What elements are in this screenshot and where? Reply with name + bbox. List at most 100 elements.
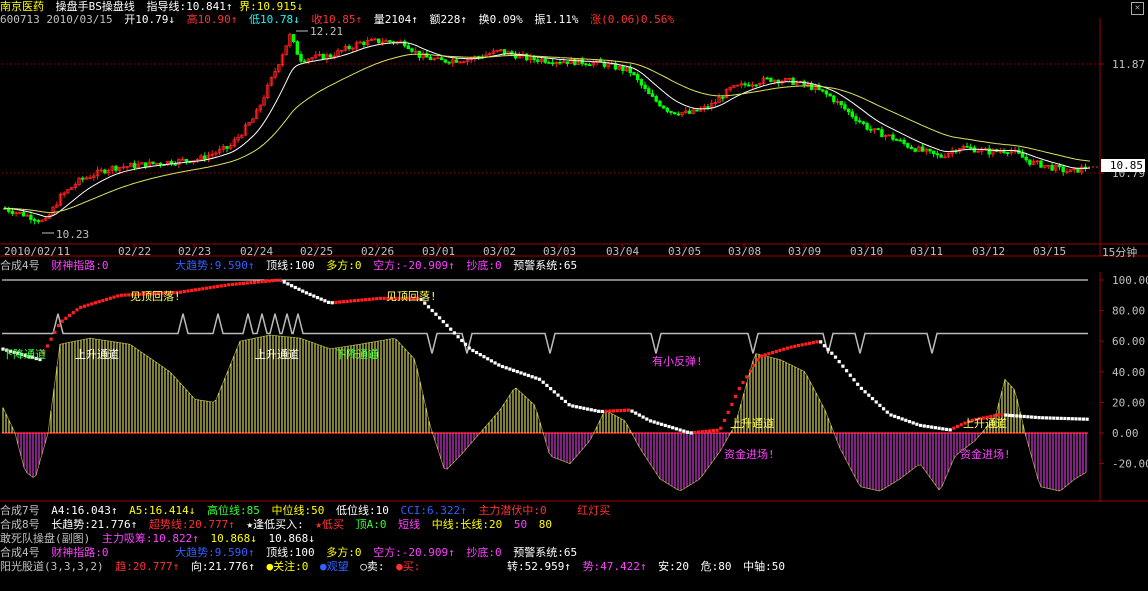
date-label: 02/26 xyxy=(361,245,394,258)
trend-dot xyxy=(552,390,556,394)
bottom-row-2: 合成8号 长趋势:21.776↑ 超势线:20.777↑ ★逢低买入: ★低买 … xyxy=(0,518,557,532)
trend-dot xyxy=(737,386,741,391)
trend-dot xyxy=(1078,417,1082,421)
row4-trend: 大趋势:9.590↑ xyxy=(175,546,255,559)
date-label: 02/23 xyxy=(178,245,211,258)
candle-body xyxy=(347,45,351,49)
trend-dot xyxy=(756,358,760,362)
candle-body xyxy=(1020,152,1025,158)
trend-dot xyxy=(230,282,234,286)
trend-dot xyxy=(774,349,778,354)
trend-dot xyxy=(1011,414,1015,418)
date-label: 02/22 xyxy=(118,245,151,258)
trend-dot xyxy=(315,295,320,300)
trend-dot xyxy=(604,409,608,413)
row5-name: 阳光股道(3,3,3,2) xyxy=(0,560,104,573)
period-label[interactable]: 15分钟 xyxy=(1102,244,1137,260)
candle-body xyxy=(850,111,854,117)
trend-dot xyxy=(785,346,789,350)
trend-dot xyxy=(375,297,379,301)
ma-long-line xyxy=(4,53,1091,214)
candle-body xyxy=(628,67,632,73)
trend-dot xyxy=(826,347,830,352)
row1-a4: A4:16.043↑ xyxy=(51,504,118,517)
trend-dot xyxy=(815,340,819,344)
trend-dot xyxy=(904,418,908,422)
sub-legend-top: 顶线:100 xyxy=(266,259,315,272)
candle-body xyxy=(654,96,658,102)
sub-tick-label: 100.00 xyxy=(1112,274,1148,287)
trend-dot xyxy=(275,278,279,282)
trend-dot xyxy=(338,300,342,304)
candle-body xyxy=(832,95,836,103)
row5-zhuan: 转:52.959↑ xyxy=(506,560,571,573)
price-chart[interactable]: 11.8710.792010/02/11 02/22 02/23 02/24 02/25… xyxy=(0,0,1148,258)
candle-body xyxy=(376,38,381,43)
sub-tick-label: 40.00 xyxy=(1112,366,1145,379)
candle-body xyxy=(765,77,769,80)
candle-body xyxy=(969,146,973,149)
trend-dot xyxy=(234,282,238,286)
candle-body xyxy=(636,74,640,80)
row4-chaodi: 抄底:0 xyxy=(466,546,502,559)
trend-dot xyxy=(1067,417,1071,421)
trend-dot xyxy=(489,359,493,363)
trend-dot xyxy=(79,305,83,309)
trend-dot xyxy=(467,346,471,350)
candle-body xyxy=(151,161,155,165)
trend-dot xyxy=(360,298,364,302)
trend-dot xyxy=(493,361,497,365)
candle-body xyxy=(184,158,188,162)
trend-dot xyxy=(870,396,875,401)
trend-dot xyxy=(796,343,801,348)
trend-dot xyxy=(526,373,530,378)
date-label: 03/09 xyxy=(788,245,821,258)
date-label: 03/11 xyxy=(910,245,943,258)
trend-dot xyxy=(53,330,57,334)
trend-dot xyxy=(249,281,253,285)
trend-dot xyxy=(308,292,312,297)
trend-dot xyxy=(1052,416,1056,420)
candle-body xyxy=(861,121,866,124)
trend-dot xyxy=(364,298,368,302)
trend-dot xyxy=(241,281,246,285)
candle-body xyxy=(1050,164,1054,171)
trend-dot xyxy=(863,390,867,394)
candle-body xyxy=(843,104,847,110)
candle-body xyxy=(36,220,40,223)
trend-dot xyxy=(445,323,449,327)
trend-dot xyxy=(952,426,956,430)
candle-body xyxy=(828,93,832,97)
indicator-chart[interactable]: 100.00 80.00 60.00 40.00 20.00 0.00 -20.00 见顶回落… xyxy=(0,272,1148,502)
trend-dot xyxy=(1000,413,1004,417)
date-label: 03/05 xyxy=(668,245,701,258)
trend-dot xyxy=(456,335,460,339)
trend-dot xyxy=(674,427,678,431)
trend-dot xyxy=(771,351,775,355)
candle-body xyxy=(661,105,666,109)
trend-dot xyxy=(512,368,516,372)
trend-dot xyxy=(278,278,283,282)
trend-dot xyxy=(822,344,826,348)
candle-body xyxy=(587,64,592,66)
row3-name: 敢死队操盘(副图) xyxy=(0,532,91,545)
candle-body xyxy=(132,163,137,168)
trend-dot xyxy=(656,421,660,425)
row4-duo: 多方:0 xyxy=(326,546,362,559)
trend-dot xyxy=(60,319,64,323)
trend-dot xyxy=(663,423,667,428)
candle-body xyxy=(639,79,644,86)
row2-50: 50 xyxy=(513,518,528,531)
trend-dot xyxy=(216,284,220,289)
trend-dot xyxy=(116,294,120,298)
row2-80: 80 xyxy=(538,518,552,531)
row1-redlight: 红灯买 xyxy=(577,504,611,517)
trend-dot xyxy=(182,289,186,294)
candle-body xyxy=(854,116,858,122)
trend-dot xyxy=(944,427,949,432)
candle-body xyxy=(913,148,917,152)
row3-v3: 10.868↓ xyxy=(268,532,315,545)
row1-name: 合成7号 xyxy=(0,504,40,517)
trend-dot xyxy=(907,420,912,424)
trend-dot xyxy=(330,301,334,305)
